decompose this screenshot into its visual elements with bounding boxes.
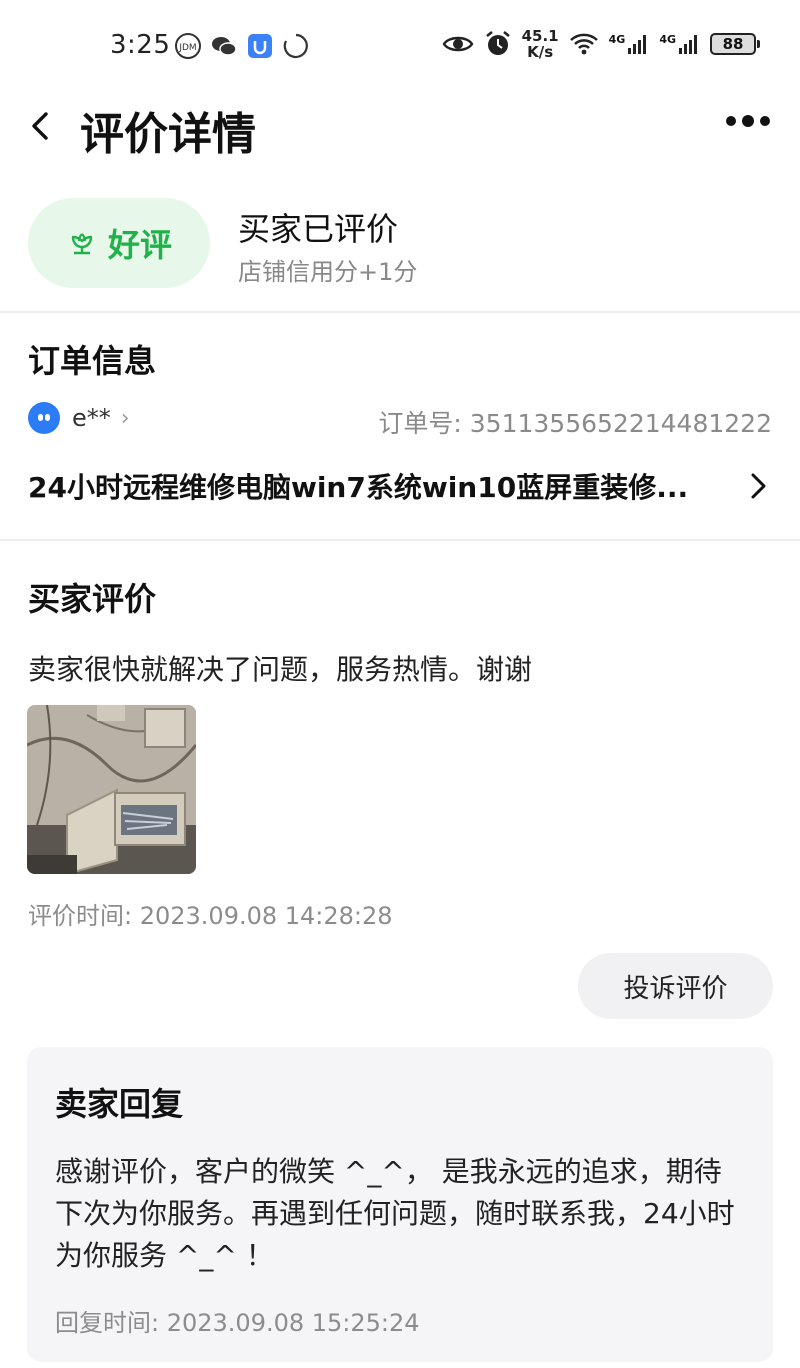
rating-status-title: 买家已评价 — [238, 210, 399, 248]
review-photo[interactable] — [27, 705, 196, 874]
review-photo-image — [27, 705, 196, 874]
signal-1: 4G — [609, 33, 650, 55]
status-bar: 3:25 JDM 45.1 K/s 4G 4G 88 — [0, 0, 800, 90]
buyer-review-title: 买家评价 — [28, 580, 157, 618]
divider — [0, 311, 800, 313]
review-time: 评价时间: 2023.09.08 14:28:28 — [28, 902, 393, 930]
page-title: 评价详情 — [80, 109, 256, 160]
network-speed: 45.1 K/s — [522, 28, 559, 60]
back-arrow-icon[interactable] — [22, 106, 62, 146]
flower-icon — [71, 233, 93, 255]
loading-icon — [283, 33, 308, 59]
seller-reply-title: 卖家回复 — [55, 1085, 184, 1123]
review-text: 卖家很快就解决了问题，服务热情。谢谢 — [28, 653, 533, 686]
alarm-icon — [485, 31, 510, 55]
more-options-icon[interactable] — [726, 115, 770, 127]
buyer-avatar — [28, 402, 60, 434]
divider — [0, 539, 800, 541]
product-name: 24小时远程维修电脑win7系统win10蓝屏重装修... — [28, 471, 689, 504]
signal-2: 4G — [659, 33, 700, 55]
header: 评价详情 — [0, 90, 800, 162]
app-notification-icon — [248, 34, 272, 58]
buyer-name: e** — [72, 404, 111, 432]
rating-summary: 好评 买家已评价 店铺信用分+1分 — [0, 196, 800, 292]
seller-reply-card: 卖家回复 感谢评价，客户的微笑 ^_^， 是我永远的追求，期待下次为你服务。再遇… — [27, 1047, 773, 1362]
wifi-icon — [569, 33, 598, 55]
good-rating-badge: 好评 — [28, 198, 210, 288]
complain-review-button[interactable]: 投诉评价 — [578, 953, 773, 1019]
chevron-right-icon — [751, 473, 766, 499]
seller-reply-time: 回复时间: 2023.09.08 15:25:24 — [55, 1309, 420, 1337]
svg-text:JDM: JDM — [178, 43, 196, 53]
wechat-icon — [212, 37, 237, 56]
eye-icon — [442, 36, 474, 52]
notification-icons: JDM — [174, 32, 310, 60]
network-type-2: 4G — [659, 33, 676, 46]
good-rating-label: 好评 — [107, 226, 172, 264]
order-info-title: 订单信息 — [28, 342, 157, 380]
battery-indicator: 88 — [710, 33, 760, 55]
order-number: 订单号: 3511355652214481222 — [378, 409, 772, 438]
signal-bars-icon — [679, 35, 697, 54]
chevron-right-icon: › — [120, 405, 130, 431]
speed-unit: K/s — [527, 43, 554, 61]
battery-level: 88 — [722, 35, 744, 53]
network-type-1: 4G — [608, 33, 626, 46]
credit-score-note: 店铺信用分+1分 — [238, 258, 418, 286]
signal-bars-icon — [628, 35, 647, 54]
product-link[interactable]: 24小时远程维修电脑win7系统win10蓝屏重装修... — [28, 466, 772, 506]
status-time: 3:25 — [110, 30, 171, 60]
buyer-profile-link[interactable]: e** › — [28, 402, 130, 434]
system-indicators: 45.1 K/s 4G 4G 88 — [442, 28, 760, 60]
jdm-icon: JDM — [175, 33, 201, 59]
speed-value: 45.1 — [521, 27, 559, 45]
seller-reply-text: 感谢评价，客户的微笑 ^_^， 是我永远的追求，期待下次为你服务。再遇到任何问题… — [55, 1155, 735, 1272]
